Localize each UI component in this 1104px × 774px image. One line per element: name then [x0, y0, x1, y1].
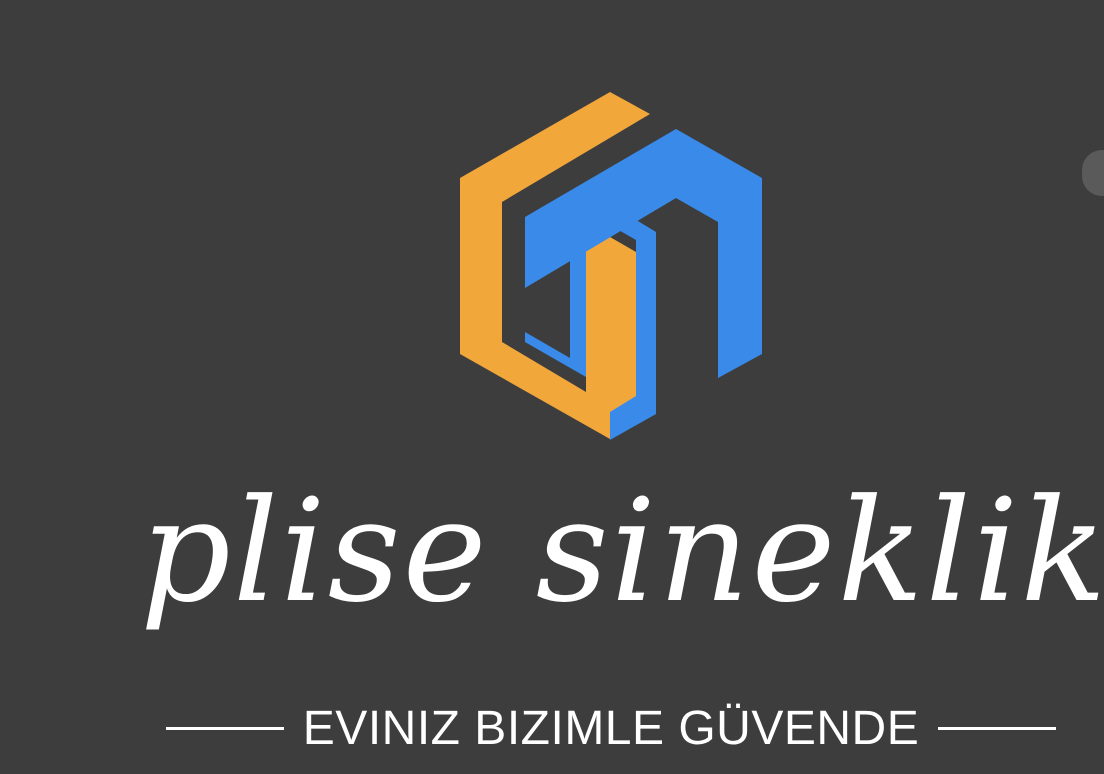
tagline-right-rule [938, 726, 1056, 730]
logo-canvas: plise sineklik EVINIZ BIZIMLE GÜVENDE [0, 0, 1104, 774]
tagline-row: EVINIZ BIZIMLE GÜVENDE [166, 700, 1056, 756]
tagline-left-rule [166, 726, 284, 730]
edge-scroll-handle[interactable] [1082, 150, 1104, 196]
brand-wordmark: plise sineklik [140, 469, 1104, 634]
hexagon-house-logo-icon [460, 92, 762, 440]
brand-tagline: EVINIZ BIZIMLE GÜVENDE [302, 701, 920, 755]
